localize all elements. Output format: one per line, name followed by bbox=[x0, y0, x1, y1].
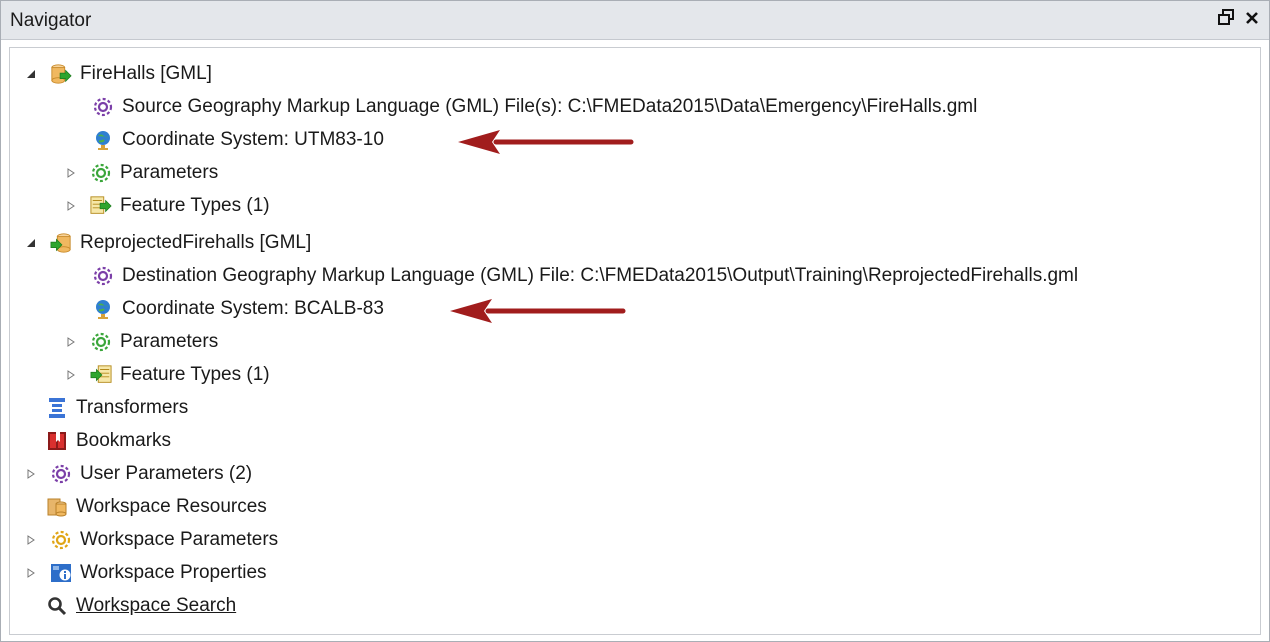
tree-item-workspace-search[interactable]: Workspace Search bbox=[46, 589, 236, 622]
tree-item-reprojected-writer[interactable]: ReprojectedFirehalls [GML] bbox=[24, 226, 311, 259]
info-icon bbox=[50, 562, 72, 584]
gear-icon bbox=[90, 162, 112, 184]
expand-toggle-icon[interactable] bbox=[64, 199, 78, 213]
feature-types-reader-icon bbox=[90, 195, 112, 217]
globe-icon bbox=[92, 298, 114, 320]
collapse-toggle-icon[interactable] bbox=[24, 236, 38, 250]
tree-item-workspace-parameters[interactable]: Workspace Parameters bbox=[24, 523, 278, 556]
expand-toggle-icon[interactable] bbox=[24, 533, 38, 547]
collapse-toggle-icon[interactable] bbox=[24, 67, 38, 81]
tree-item-label: Workspace Properties bbox=[80, 561, 267, 583]
annotation-arrow-bcalb bbox=[450, 299, 626, 323]
tree-item-writer-coordinate-system[interactable]: Coordinate System: BCALB-83 bbox=[92, 292, 384, 325]
tree-item-source-dataset[interactable]: Source Geography Markup Language (GML) F… bbox=[92, 90, 977, 123]
annotation-arrow-utm bbox=[458, 130, 634, 154]
tree-item-label: Coordinate System: UTM83-10 bbox=[122, 128, 384, 150]
gear-icon bbox=[92, 265, 114, 287]
expand-toggle-icon[interactable] bbox=[24, 566, 38, 580]
tree-item-label: Workspace Resources bbox=[76, 495, 267, 517]
expand-toggle-icon[interactable] bbox=[64, 368, 78, 382]
gear-icon bbox=[50, 529, 72, 551]
tree-item-label: Coordinate System: BCALB-83 bbox=[122, 297, 384, 319]
writer-database-icon bbox=[50, 232, 72, 254]
navigator-panel: Navigator FireHalls [GML] Source Geograp… bbox=[0, 0, 1270, 642]
gear-icon bbox=[90, 331, 112, 353]
tree-item-firehalls-reader[interactable]: FireHalls [GML] bbox=[24, 57, 212, 90]
tree-item-label: Workspace Parameters bbox=[80, 528, 279, 550]
panel-title: Navigator bbox=[10, 10, 92, 31]
tree-item-workspace-resources[interactable]: Workspace Resources bbox=[46, 490, 267, 523]
bookmark-icon bbox=[46, 430, 68, 452]
tree-item-workspace-properties[interactable]: Workspace Properties bbox=[24, 556, 267, 589]
expand-toggle-icon[interactable] bbox=[24, 467, 38, 481]
gear-icon bbox=[50, 463, 72, 485]
tree-item-label: Destination Geography Markup Language (G… bbox=[122, 264, 1079, 286]
tree-item-writer-feature-types[interactable]: Feature Types (1) bbox=[64, 358, 270, 391]
tree-item-label: Bookmarks bbox=[76, 429, 172, 451]
panel-titlebar: Navigator bbox=[1, 1, 1269, 40]
tree-item-user-parameters[interactable]: User Parameters (2) bbox=[24, 457, 252, 490]
expand-toggle-icon[interactable] bbox=[64, 166, 78, 180]
tree-item-label: User Parameters (2) bbox=[80, 462, 253, 484]
tree-item-reader-feature-types[interactable]: Feature Types (1) bbox=[64, 189, 270, 222]
tree-item-label: Parameters bbox=[120, 161, 219, 183]
tree-item-reader-coordinate-system[interactable]: Coordinate System: UTM83-10 bbox=[92, 123, 384, 156]
workspace-resources-icon bbox=[46, 496, 68, 518]
search-icon bbox=[46, 595, 68, 617]
reader-database-icon bbox=[50, 63, 72, 85]
tree-item-transformers[interactable]: Transformers bbox=[46, 391, 188, 424]
navigator-tree: FireHalls [GML] Source Geography Markup … bbox=[9, 47, 1261, 635]
tree-item-label: ReprojectedFirehalls [GML] bbox=[80, 231, 312, 253]
tree-item-destination-dataset[interactable]: Destination Geography Markup Language (G… bbox=[92, 259, 1078, 292]
close-icon[interactable] bbox=[1241, 7, 1263, 31]
tree-item-label: Transformers bbox=[76, 396, 189, 418]
tree-item-label: FireHalls [GML] bbox=[80, 62, 212, 84]
feature-types-writer-icon bbox=[90, 364, 112, 386]
tree-item-label: Parameters bbox=[120, 330, 219, 352]
restore-window-icon[interactable] bbox=[1215, 7, 1237, 31]
tree-item-label: Source Geography Markup Language (GML) F… bbox=[122, 95, 978, 117]
tree-item-reader-parameters[interactable]: Parameters bbox=[64, 156, 218, 189]
workspace-search-link[interactable]: Workspace Search bbox=[76, 595, 236, 617]
gear-icon bbox=[92, 96, 114, 118]
tree-item-label: Feature Types (1) bbox=[120, 194, 270, 216]
tree-item-label: Feature Types (1) bbox=[120, 363, 270, 385]
expand-toggle-icon[interactable] bbox=[64, 335, 78, 349]
tree-item-writer-parameters[interactable]: Parameters bbox=[64, 325, 218, 358]
transformers-icon bbox=[46, 397, 68, 419]
tree-item-bookmarks[interactable]: Bookmarks bbox=[46, 424, 171, 457]
globe-icon bbox=[92, 129, 114, 151]
